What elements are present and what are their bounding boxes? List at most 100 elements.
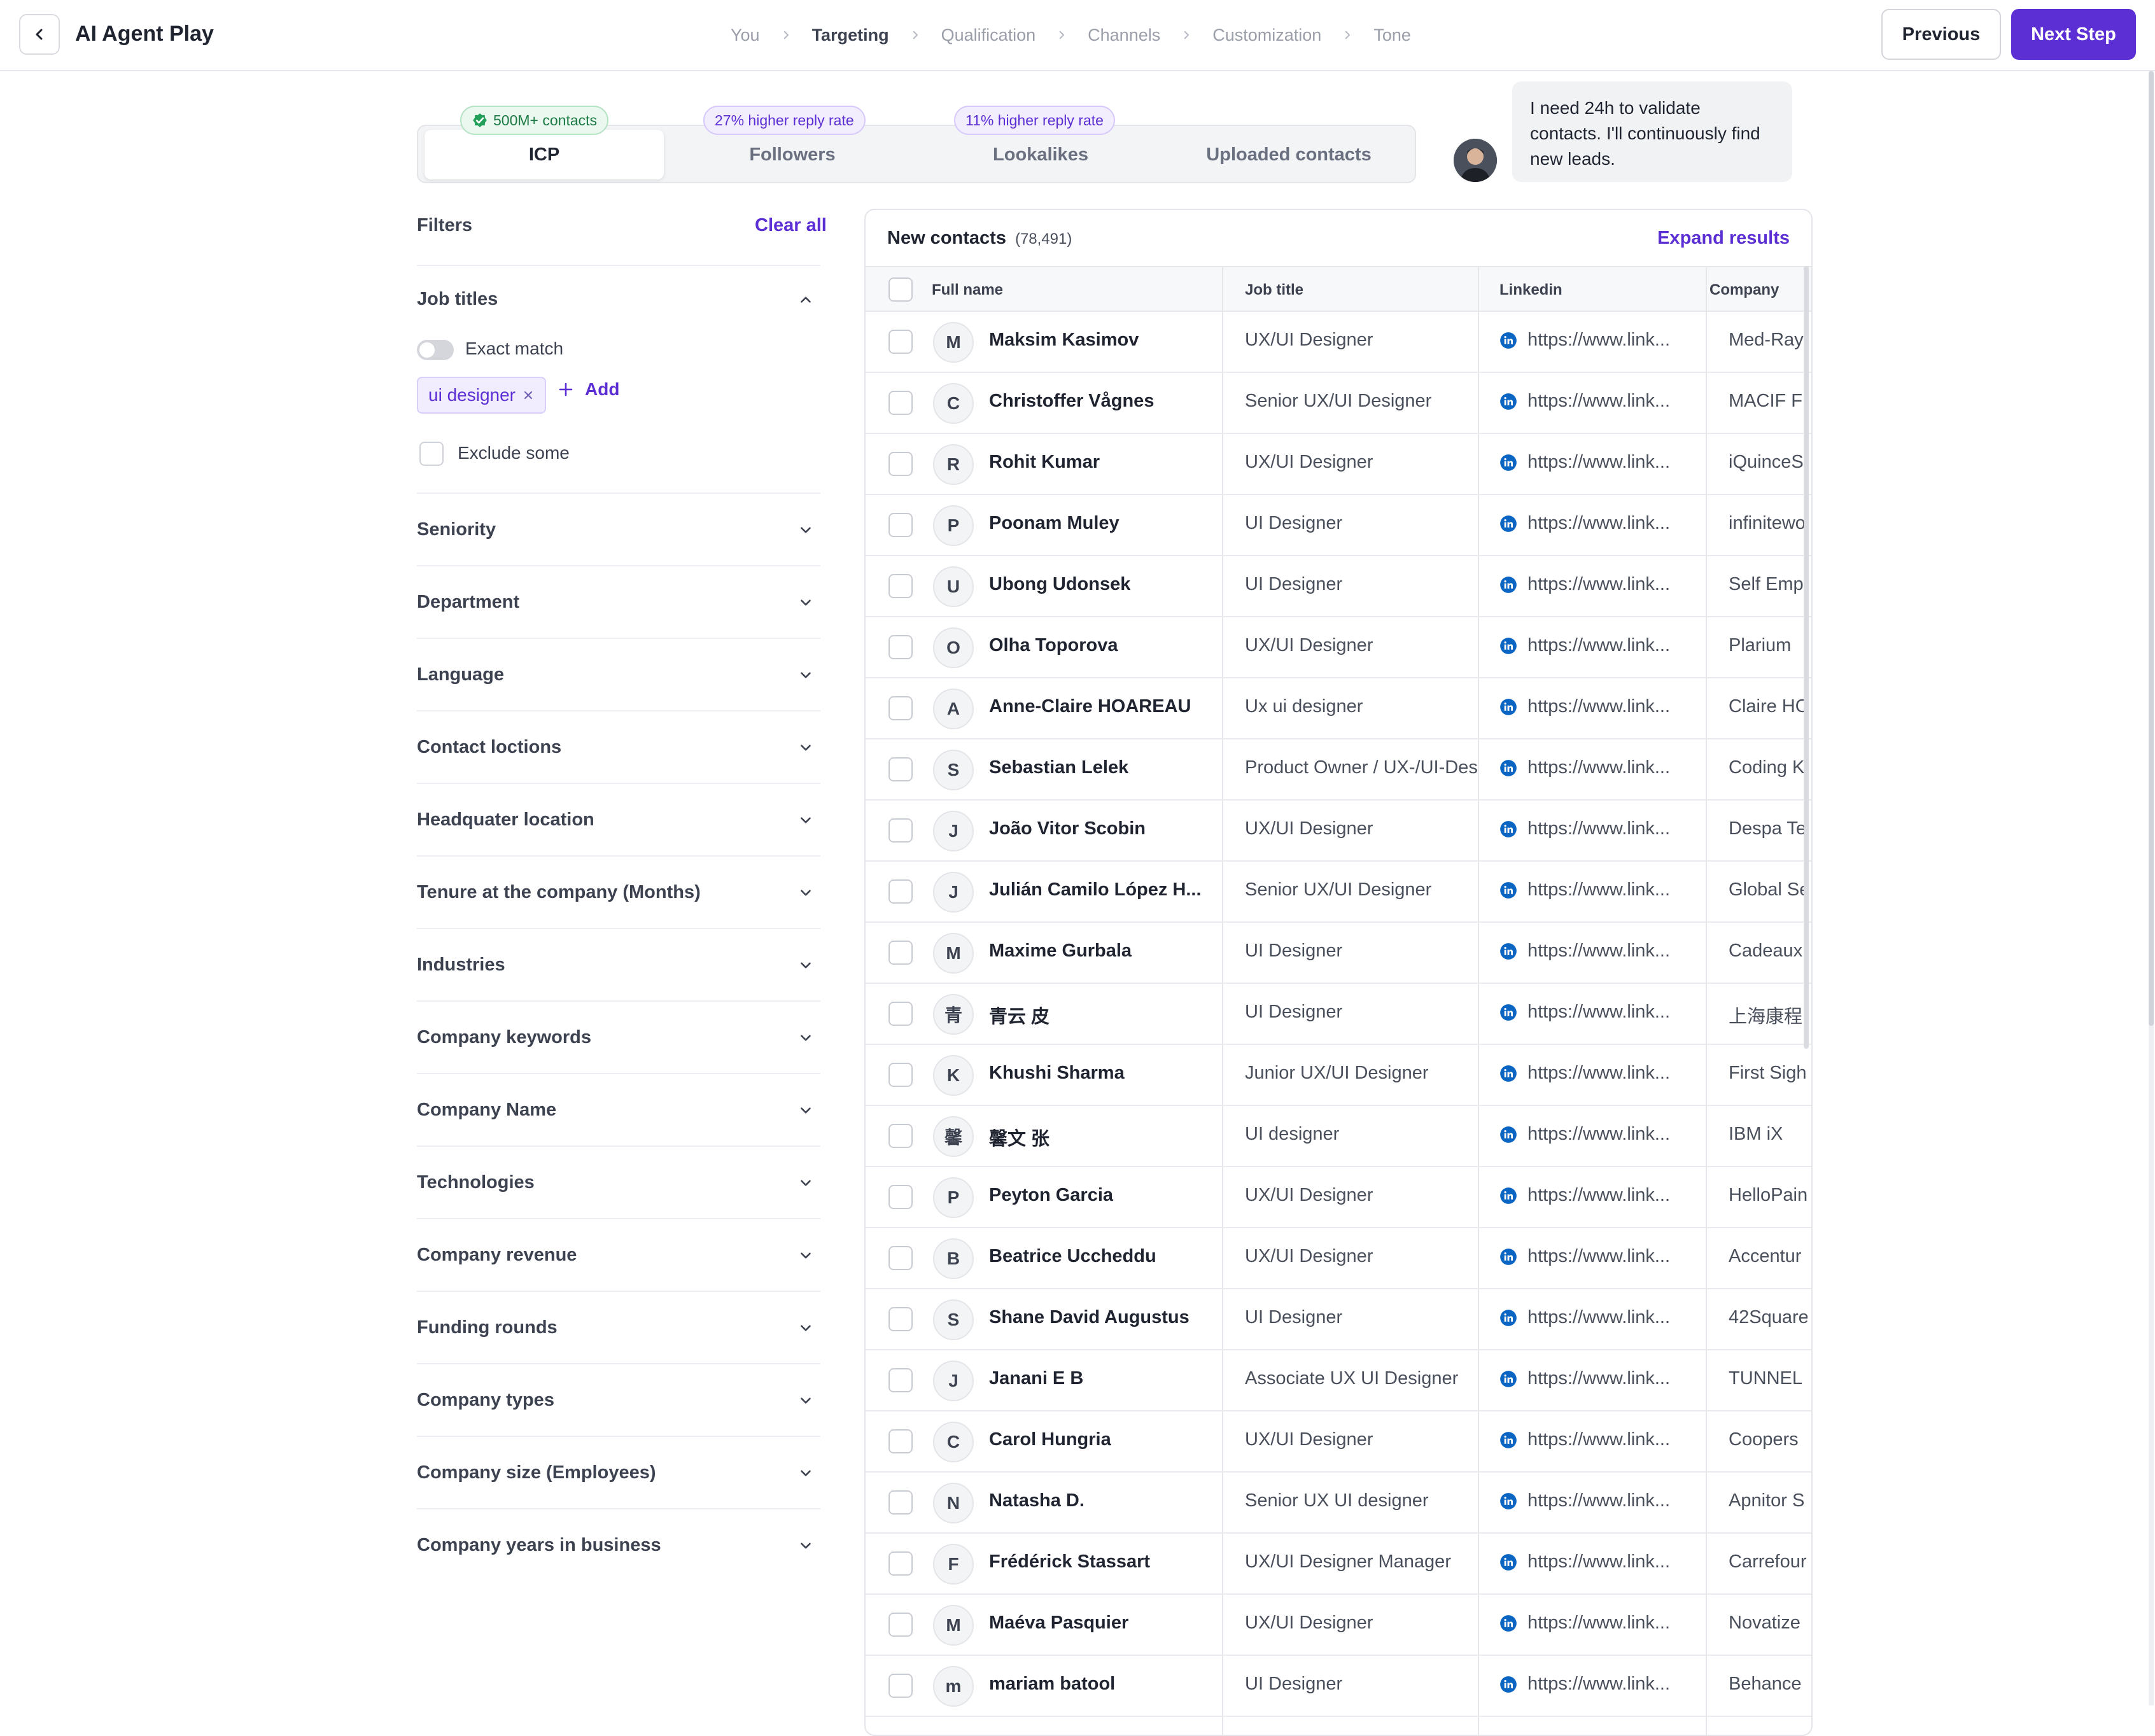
linkedin-cell[interactable]: https://www.link... <box>1499 574 1670 595</box>
table-row[interactable]: S Sebastian Lelek Product Owner / UX-/UI-D… <box>866 739 1811 801</box>
table-row[interactable]: 青青云 皮 UI Designer https://www.link... 上海康程 <box>866 984 1811 1045</box>
filter-section-company-keywords[interactable]: Company keywords <box>417 1000 820 1073</box>
contact-name[interactable]: Maéva Pasquier <box>989 1613 1205 1634</box>
contact-name[interactable]: Natasha D. <box>989 1490 1205 1511</box>
column-company[interactable]: Company <box>1709 267 1779 313</box>
chevron-down-icon[interactable] <box>797 1247 814 1264</box>
linkedin-cell[interactable]: https://www.link... <box>1499 452 1670 473</box>
tab-uploaded-contacts[interactable]: Uploaded contacts <box>1169 130 1408 179</box>
filter-section-company-years-in-business[interactable]: Company years in business <box>417 1508 820 1581</box>
row-checkbox[interactable] <box>888 941 913 965</box>
linkedin-cell[interactable]: https://www.link... <box>1499 1674 1670 1695</box>
table-row[interactable]: O Olha Toporova UX/UI Designer https://www.… <box>866 617 1811 678</box>
clear-all-button[interactable]: Clear all <box>755 215 827 236</box>
exclude-some-checkbox[interactable] <box>419 442 444 466</box>
filter-section-language[interactable]: Language <box>417 638 820 710</box>
table-row[interactable]: M Maxime Gurbala UI Designer https://www.li… <box>866 923 1811 984</box>
row-checkbox[interactable] <box>888 1429 913 1453</box>
row-checkbox[interactable] <box>888 696 913 720</box>
step-qualification[interactable]: Qualification <box>941 25 1036 45</box>
table-row[interactable]: J Julián Camilo López H... Senior UX/UI De… <box>866 862 1811 923</box>
column-full-name[interactable]: Full name <box>932 267 1003 313</box>
contact-name[interactable]: Sebastian Lelek <box>989 757 1205 778</box>
column-job-title[interactable]: Job title <box>1245 267 1303 313</box>
filter-section-funding-rounds[interactable]: Funding rounds <box>417 1291 820 1363</box>
table-row[interactable]: J Janani E B Associate UX UI Designer https… <box>866 1350 1811 1411</box>
row-checkbox[interactable] <box>888 1124 913 1148</box>
linkedin-cell[interactable]: https://www.link... <box>1499 513 1670 534</box>
filter-section-headquater-location[interactable]: Headquater location <box>417 783 820 855</box>
row-checkbox[interactable] <box>888 1674 913 1698</box>
contact-name[interactable]: Anne-Claire HOAREAU <box>989 696 1205 717</box>
table-row[interactable]: m mariam batool UI Designer https://www.lin… <box>866 1656 1811 1717</box>
table-row[interactable]: K Khushi Sharma Junior UX/UI Designer https… <box>866 1045 1811 1106</box>
job-titles-label[interactable]: Job titles <box>417 289 498 310</box>
contact-name[interactable]: 馨文 张 <box>989 1124 1205 1151</box>
chevron-down-icon[interactable] <box>797 1175 814 1191</box>
row-checkbox[interactable] <box>888 1551 913 1576</box>
row-checkbox[interactable] <box>888 391 913 415</box>
contact-name[interactable]: João Vitor Scobin <box>989 818 1205 839</box>
contact-name[interactable]: Shane David Augustus <box>989 1307 1205 1328</box>
chevron-down-icon[interactable] <box>797 812 814 829</box>
row-checkbox[interactable] <box>888 1002 913 1026</box>
linkedin-cell[interactable]: https://www.link... <box>1499 1124 1670 1145</box>
table-row[interactable]: M Maksim Kasimov UX/UI Designer https://www… <box>866 312 1811 373</box>
linkedin-cell[interactable]: https://www.link... <box>1499 391 1670 412</box>
chevron-down-icon[interactable] <box>797 1320 814 1336</box>
row-checkbox[interactable] <box>888 818 913 843</box>
contact-name[interactable]: Poonam Muley <box>989 513 1205 534</box>
step-tone[interactable]: Tone <box>1373 25 1411 45</box>
step-channels[interactable]: Channels <box>1088 25 1160 45</box>
row-checkbox[interactable] <box>888 757 913 781</box>
chevron-up-icon[interactable] <box>797 291 814 308</box>
remove-tag-icon[interactable] <box>522 389 535 402</box>
linkedin-cell[interactable]: https://www.link... <box>1499 1490 1670 1511</box>
contact-name[interactable]: mariam batool <box>989 1674 1205 1695</box>
contact-name[interactable]: Julián Camilo López H... <box>989 879 1205 900</box>
tab-lookalikes[interactable]: Lookalikes <box>921 130 1160 179</box>
chevron-down-icon[interactable] <box>797 1392 814 1409</box>
table-row[interactable]: J João Vitor Scobin UX/UI Designer https://… <box>866 801 1811 862</box>
row-checkbox[interactable] <box>888 1613 913 1637</box>
table-row[interactable]: S Shane David Augustus UI Designer https://… <box>866 1289 1811 1350</box>
expand-results-button[interactable]: Expand results <box>1657 228 1790 249</box>
chevron-down-icon[interactable] <box>797 1465 814 1481</box>
linkedin-cell[interactable]: https://www.link... <box>1499 1429 1670 1450</box>
linkedin-cell[interactable]: https://www.link... <box>1499 635 1670 656</box>
row-checkbox[interactable] <box>888 574 913 598</box>
row-checkbox[interactable] <box>888 330 913 354</box>
filter-section-company-size-employees[interactable]: Company size (Employees) <box>417 1436 820 1508</box>
contact-name[interactable]: Rohit Kumar <box>989 452 1205 473</box>
row-checkbox[interactable] <box>888 635 913 659</box>
chevron-down-icon[interactable] <box>797 594 814 611</box>
linkedin-cell[interactable]: https://www.link... <box>1499 1551 1670 1572</box>
row-checkbox[interactable] <box>888 513 913 537</box>
contact-name[interactable]: Frédérick Stassart <box>989 1551 1205 1572</box>
table-row[interactable]: B Beatrice Uccheddu UX/UI Designer https://… <box>866 1228 1811 1289</box>
linkedin-cell[interactable]: https://www.link... <box>1499 1307 1670 1328</box>
contact-name[interactable]: Janani E B <box>989 1368 1205 1389</box>
filter-section-contact-loctions[interactable]: Contact loctions <box>417 710 820 783</box>
filter-section-tenure-at-the-company-months[interactable]: Tenure at the company (Months) <box>417 855 820 928</box>
table-row[interactable]: M Maéva Pasquier UX/UI Designer https://www… <box>866 1595 1811 1656</box>
filter-section-company-types[interactable]: Company types <box>417 1363 820 1436</box>
step-targeting[interactable]: Targeting <box>812 25 889 45</box>
filter-section-technologies[interactable]: Technologies <box>417 1145 820 1218</box>
row-checkbox[interactable] <box>888 1063 913 1087</box>
linkedin-cell[interactable]: https://www.link... <box>1499 1368 1670 1389</box>
back-button[interactable] <box>19 14 60 55</box>
table-row[interactable]: P Poonam Muley UI Designer https://www.link… <box>866 495 1811 556</box>
table-row[interactable]: R Rohit Kumar UX/UI Designer https://www.li… <box>866 434 1811 495</box>
table-row[interactable]: C Carol Hungria UX/UI Designer https://www.… <box>866 1411 1811 1473</box>
table-row[interactable]: A Anne-Claire HOAREAU Ux ui designer https:… <box>866 678 1811 739</box>
filter-section-industries[interactable]: Industries <box>417 928 820 1000</box>
linkedin-cell[interactable]: https://www.link... <box>1499 757 1670 778</box>
linkedin-cell[interactable]: https://www.link... <box>1499 1246 1670 1267</box>
table-scrollbar[interactable] <box>1804 266 1809 1049</box>
contact-name[interactable]: Christoffer Vågnes <box>989 391 1205 412</box>
linkedin-cell[interactable]: https://www.link... <box>1499 696 1670 717</box>
chevron-down-icon[interactable] <box>797 1102 814 1119</box>
column-linkedin[interactable]: Linkedin <box>1499 267 1562 313</box>
contact-name[interactable]: Khushi Sharma <box>989 1063 1205 1084</box>
